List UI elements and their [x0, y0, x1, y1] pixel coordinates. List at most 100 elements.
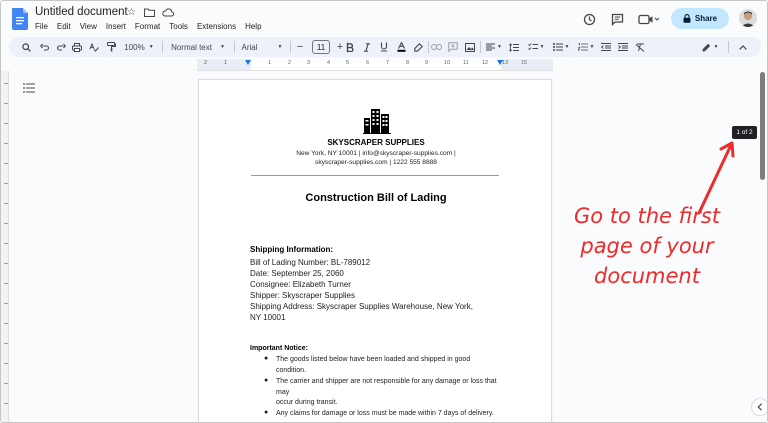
annotation-line: Go to the first	[573, 204, 721, 228]
document-title[interactable]: Untitled document	[35, 6, 128, 18]
menu-insert[interactable]: Insert	[106, 22, 126, 31]
chevron-down-icon: ▼	[277, 44, 283, 50]
scrollbar-thumb[interactable]	[760, 72, 765, 180]
lock-icon	[683, 14, 691, 23]
ruler-tick	[4, 103, 8, 104]
ruler-number: 15	[521, 60, 528, 66]
redo-icon[interactable]	[54, 37, 68, 57]
ruler-tick	[4, 143, 8, 144]
line-spacing-icon[interactable]	[507, 37, 521, 57]
document-page[interactable]: SKYSCRAPER SUPPLIES New York, NY 10001 |…	[198, 79, 552, 422]
clear-formatting-icon[interactable]	[633, 37, 647, 57]
checklist-select[interactable]: ▼	[525, 37, 547, 57]
instruction-annotation: Go to the first page of your document	[537, 201, 757, 291]
side-panel-toggle[interactable]	[751, 398, 767, 416]
menu-extensions[interactable]: Extensions	[197, 22, 236, 31]
ruler-number: 11	[463, 60, 469, 66]
toolbar-divider	[728, 41, 729, 53]
ruler-tick	[4, 403, 8, 404]
menu-help[interactable]: Help	[245, 22, 261, 31]
ruler-number: 5	[346, 60, 350, 66]
building-icon	[363, 109, 391, 134]
text-color-icon[interactable]	[394, 37, 408, 57]
horizontal-ruler[interactable]: 2 1 1 2 3 4 5 6 7 8 9 10 11 12 13 15	[197, 59, 553, 71]
ruler-number: 7	[386, 60, 390, 66]
numbered-list-select[interactable]: ▼	[575, 37, 597, 57]
print-icon[interactable]	[70, 37, 84, 57]
share-label: Share	[694, 14, 718, 23]
header-actions	[579, 8, 663, 30]
editing-mode-select[interactable]: ▼	[699, 37, 721, 57]
add-comment-icon[interactable]	[446, 37, 460, 57]
shipping-info-line: Bill of Lading Number: BL-789012	[250, 258, 371, 267]
menu-format[interactable]: Format	[135, 22, 160, 31]
cloud-saved-icon[interactable]	[161, 6, 174, 19]
avatar[interactable]	[739, 9, 757, 27]
highlight-icon[interactable]	[411, 37, 425, 57]
ruler-number: 2	[204, 60, 208, 66]
notice-bullet: The carrier and shipper are not responsi…	[276, 378, 497, 396]
ruler-tick	[4, 223, 8, 224]
italic-icon[interactable]	[360, 37, 374, 57]
bold-icon[interactable]	[343, 37, 357, 57]
font-size-input[interactable]: 11	[312, 40, 330, 54]
ruler-tick	[4, 203, 8, 204]
spellcheck-icon[interactable]	[87, 37, 101, 57]
chevron-down-icon: ▼	[713, 44, 719, 50]
ruler-tick	[4, 123, 8, 124]
ruler-tick	[4, 303, 8, 304]
toolbar-divider	[162, 41, 163, 53]
underline-icon[interactable]	[377, 37, 391, 57]
ruler-number: 12	[482, 60, 489, 66]
chevron-left-icon	[757, 403, 762, 411]
version-history-icon[interactable]	[579, 9, 599, 29]
toolbar-divider	[234, 41, 235, 53]
ruler-number: 3	[307, 60, 311, 66]
decrease-font-size-icon[interactable]: −	[293, 37, 307, 57]
search-menus-icon[interactable]	[19, 37, 33, 57]
comments-icon[interactable]	[607, 9, 627, 29]
ruler-number: 6	[366, 60, 370, 66]
increase-indent-icon[interactable]	[616, 37, 630, 57]
ruler-tick	[4, 323, 8, 324]
move-folder-icon[interactable]	[143, 6, 156, 19]
insert-image-icon[interactable]	[463, 37, 477, 57]
shipping-info-line: Shipping Address: Skyscraper Supplies Wa…	[250, 302, 473, 311]
meet-icon[interactable]	[635, 9, 663, 29]
zoom-value: 100%	[124, 42, 145, 52]
zoom-select[interactable]: 100% ▼	[121, 37, 157, 57]
ruler-number: 1	[268, 60, 272, 66]
document-heading: Construction Bill of Lading	[305, 192, 447, 204]
hide-menus-icon[interactable]	[736, 37, 750, 57]
menu-tools[interactable]: Tools	[169, 22, 188, 31]
menu-bar: File Edit View Insert Format Tools Exten…	[35, 22, 262, 31]
undo-icon[interactable]	[37, 37, 51, 57]
align-left-icon	[486, 43, 496, 51]
company-contact-line: New York, NY 10001 | info@skyscraper-sup…	[296, 150, 456, 157]
insert-link-icon[interactable]	[429, 37, 443, 57]
toolbar-divider	[480, 41, 481, 53]
left-indent-marker[interactable]	[245, 60, 251, 65]
menu-file[interactable]: File	[35, 22, 48, 31]
menu-edit[interactable]: Edit	[57, 22, 71, 31]
bullet-marker: ●	[264, 355, 269, 362]
docs-logo-icon[interactable]	[12, 8, 28, 30]
paint-format-icon[interactable]	[104, 37, 118, 57]
shipping-info-line: Shipper: Skyscraper Supplies	[250, 291, 355, 300]
star-icon[interactable]: ☆	[125, 6, 138, 19]
ruler-number: 9	[425, 60, 429, 66]
font-select[interactable]: Arial ▼	[237, 37, 287, 57]
style-select[interactable]: Normal text ▼	[167, 37, 229, 57]
decrease-indent-icon[interactable]	[599, 37, 613, 57]
share-button[interactable]: Share	[671, 8, 729, 29]
pencil-icon	[702, 43, 710, 51]
align-select[interactable]: ▼	[483, 37, 505, 57]
vertical-ruler[interactable]	[1, 71, 9, 422]
bulleted-list-select[interactable]: ▼	[550, 37, 572, 57]
menu-view[interactable]: View	[80, 22, 97, 31]
document-outline-icon[interactable]	[23, 83, 35, 93]
numbered-list-icon	[577, 43, 588, 51]
ruler-tick	[4, 283, 8, 284]
ruler-tick	[4, 363, 8, 364]
ruler-tick	[4, 163, 8, 164]
